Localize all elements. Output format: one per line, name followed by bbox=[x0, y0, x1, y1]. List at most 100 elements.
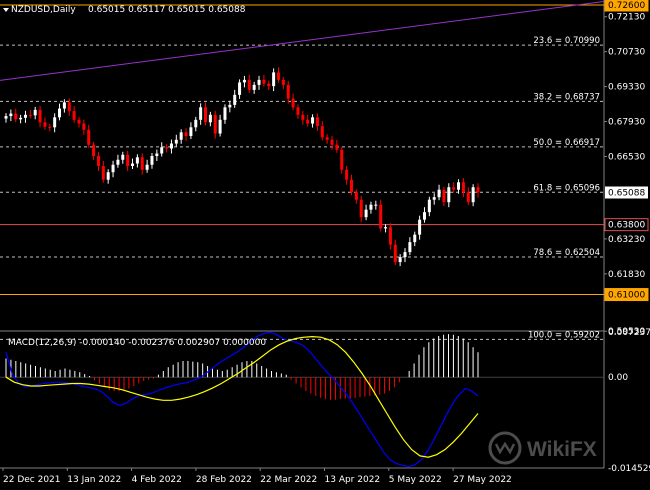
bull-candle bbox=[189, 127, 193, 137]
fib-label: 100.0 = 0.59202 bbox=[528, 330, 600, 340]
bull-candle bbox=[111, 164, 115, 173]
bear-candle bbox=[92, 144, 96, 157]
price-chart-svg[interactable]: WikiFX 23.6 = 0.70990 38.2 = 0.68737 50.0 … bbox=[0, 0, 650, 486]
fib-label: 61.8 = 0.65096 bbox=[533, 183, 600, 193]
chart-ohlc: 0.65015 0.65117 0.65015 0.65088 bbox=[88, 5, 246, 15]
watermark-text: WikiFX bbox=[527, 438, 597, 461]
bull-candle bbox=[9, 113, 13, 117]
bear-candle bbox=[184, 132, 188, 137]
level-lines bbox=[0, 4, 604, 296]
price-tick-label: 0.72130 bbox=[608, 13, 645, 23]
macd-tick-label: 0.00 bbox=[608, 373, 628, 383]
macd-tick-label: -0.014529 bbox=[608, 464, 650, 474]
bear-candle bbox=[14, 113, 18, 120]
time-tick-label: 13 Jan 2022 bbox=[67, 475, 121, 485]
time-tick-label: 22 Mar 2022 bbox=[260, 475, 317, 485]
candles-group bbox=[4, 67, 480, 267]
bull-candle bbox=[374, 204, 378, 206]
bear-candle bbox=[335, 144, 339, 150]
bull-candle bbox=[238, 82, 242, 95]
bear-candle bbox=[359, 199, 363, 218]
bear-candle bbox=[340, 149, 344, 170]
fib-label: 78.6 = 0.62504 bbox=[533, 248, 600, 258]
bear-candle bbox=[452, 187, 456, 190]
bull-candle bbox=[58, 108, 62, 118]
bear-candle bbox=[140, 157, 144, 170]
price-axis: 0.72130 0.70730 0.69330 0.67930 0.66530 0.632… bbox=[604, 0, 650, 474]
bull-candle bbox=[471, 187, 475, 203]
fib-label: 23.6 = 0.70990 bbox=[533, 36, 600, 46]
bear-candle bbox=[28, 114, 32, 116]
bear-candle bbox=[296, 107, 300, 115]
bear-candle bbox=[72, 111, 76, 120]
bull-candle bbox=[384, 227, 388, 229]
current-price-label: 0.65088 bbox=[608, 189, 645, 199]
bear-candle bbox=[165, 147, 169, 149]
bear-candle bbox=[96, 156, 100, 166]
time-tick-label: 28 Feb 2022 bbox=[196, 475, 252, 485]
price-tick-label: 0.63230 bbox=[608, 235, 645, 245]
bear-candle bbox=[267, 83, 271, 87]
price-tick-label: 0.61830 bbox=[608, 270, 645, 280]
bear-candle bbox=[262, 79, 266, 84]
bear-candle bbox=[466, 192, 470, 203]
bear-candle bbox=[281, 79, 285, 85]
bull-candle bbox=[4, 116, 8, 119]
bull-candle bbox=[135, 157, 139, 164]
bull-candle bbox=[413, 234, 417, 243]
bull-candle bbox=[106, 172, 110, 180]
bull-candle bbox=[62, 102, 66, 109]
bear-candle bbox=[286, 84, 290, 99]
macd-line bbox=[5, 331, 479, 468]
bear-candle bbox=[320, 126, 324, 138]
bull-candle bbox=[218, 119, 222, 134]
bear-candle bbox=[325, 137, 329, 140]
fib-label: 50.0 = 0.66917 bbox=[533, 138, 600, 148]
bull-candle bbox=[33, 109, 37, 116]
macd-header: MACD(12,26,9) -0.000140 -0.002376 0.0029… bbox=[8, 338, 266, 348]
bull-candle bbox=[369, 204, 373, 210]
price-tick-label: 0.70730 bbox=[608, 48, 645, 58]
dropdown-arrow-icon[interactable] bbox=[3, 8, 9, 12]
bull-candle bbox=[427, 199, 431, 213]
bear-candle bbox=[461, 182, 465, 193]
bear-candle bbox=[379, 204, 383, 229]
bear-candle bbox=[67, 102, 71, 112]
bear-candle bbox=[315, 117, 319, 127]
price-tick-label: 0.66530 bbox=[608, 153, 645, 163]
bear-candle bbox=[393, 244, 397, 263]
bull-candle bbox=[398, 257, 402, 263]
chart-window[interactable]: WikiFX 23.6 = 0.70990 38.2 = 0.68737 50.0 … bbox=[0, 0, 650, 486]
signal-line bbox=[5, 335, 479, 458]
bear-candle bbox=[82, 123, 86, 130]
bear-candle bbox=[476, 187, 480, 193]
time-tick-label: 13 Apr 2022 bbox=[325, 475, 381, 485]
bull-candle bbox=[272, 72, 276, 87]
bear-candle bbox=[354, 192, 358, 200]
bull-candle bbox=[179, 132, 183, 140]
bull-candle bbox=[174, 139, 178, 144]
bull-candle bbox=[155, 153, 159, 157]
bull-candle bbox=[233, 94, 237, 105]
bull-candle bbox=[403, 252, 407, 258]
bull-candle bbox=[432, 197, 436, 200]
bear-candle bbox=[48, 126, 52, 128]
bull-candle bbox=[19, 117, 23, 120]
bull-candle bbox=[121, 154, 125, 160]
bull-candle bbox=[223, 107, 227, 120]
bull-candle bbox=[53, 117, 57, 128]
bear-candle bbox=[291, 98, 295, 108]
bull-candle bbox=[145, 164, 149, 170]
bear-candle bbox=[43, 122, 47, 127]
bull-candle bbox=[252, 84, 256, 90]
bull-candle bbox=[311, 117, 315, 124]
bear-candle bbox=[388, 227, 392, 245]
bear-candle bbox=[301, 114, 305, 120]
bull-candle bbox=[447, 187, 451, 203]
bull-candle bbox=[257, 79, 261, 85]
level-box-label: 0.61000 bbox=[608, 291, 645, 301]
bull-candle bbox=[169, 143, 173, 149]
bull-candle bbox=[408, 242, 412, 253]
level-box-label: 0.63800 bbox=[608, 221, 645, 231]
bear-candle bbox=[38, 109, 42, 123]
